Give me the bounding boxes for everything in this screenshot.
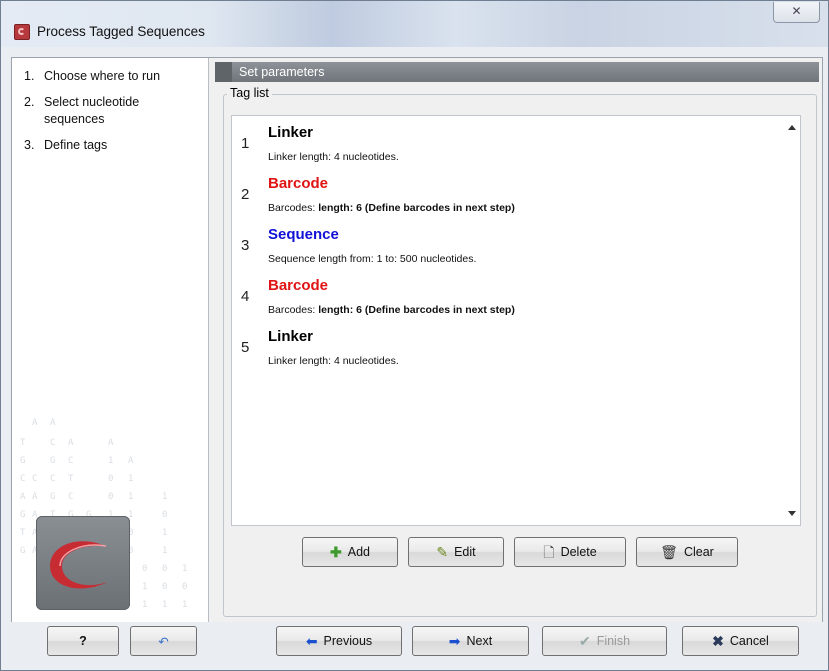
tag-index: 3 (241, 237, 250, 254)
tag-description: Barcodes: length: 6 (Define barcodes in … (268, 202, 515, 214)
step-number: 2. (24, 95, 35, 109)
tag-description: Linker length: 4 nucleotides. (268, 151, 399, 163)
tag-description: Barcodes: length: 6 (Define barcodes in … (268, 304, 515, 316)
scroll-down-arrow-icon[interactable] (788, 511, 796, 516)
reset-button[interactable]: ↶ (130, 626, 197, 656)
tag-description-bold: length: 6 (Define barcodes in next step) (318, 304, 515, 316)
tag-list[interactable]: 1 Linker Linker length: 4 nucleotides. 2… (231, 115, 801, 526)
tag-item[interactable]: 1 Linker Linker length: 4 nucleotides. (232, 116, 800, 167)
wizard-navigation: ? ↶ ⬅ Previous ➡ Next ✔ Finish ✖ Cancel (1, 622, 828, 670)
tag-description: Linker length: 4 nucleotides. (268, 355, 399, 367)
tag-item[interactable]: 4 Barcode Barcodes: length: 6 (Define ba… (232, 269, 800, 320)
tag-index: 1 (241, 135, 250, 152)
tag-index: 2 (241, 186, 250, 203)
step-label: Choose where to run (44, 69, 161, 83)
tag-index: 4 (241, 288, 250, 305)
clear-label: Clear (683, 545, 714, 559)
cancel-button[interactable]: ✖ Cancel (682, 626, 799, 656)
tag-name: Barcode (268, 277, 329, 294)
tag-item[interactable]: 2 Barcode Barcodes: length: 6 (Define ba… (232, 167, 800, 218)
tag-description: Sequence length from: 1 to: 500 nucleoti… (268, 253, 476, 265)
x-icon: ✖ (712, 633, 724, 649)
tag-description-text: Sequence length from: 1 to: 500 nucleoti… (268, 253, 477, 265)
tag-name: Linker (268, 124, 314, 141)
tag-list-scrollbar[interactable] (784, 116, 800, 525)
step-item-3: 3. Define tags (24, 137, 208, 154)
tag-description-text: Linker length: 4 nucleotides. (268, 151, 399, 163)
tag-name: Linker (268, 328, 314, 345)
tag-name: Sequence (268, 226, 339, 243)
delete-label: Delete (560, 545, 597, 559)
step-number: 1. (24, 69, 35, 83)
app-logo (36, 516, 130, 610)
trash-icon: 🗑 (660, 544, 678, 560)
previous-button[interactable]: ⬅ Previous (276, 626, 402, 656)
cancel-label: Cancel (729, 634, 769, 648)
step-label: Select nucleotide sequences (44, 95, 140, 126)
tag-list-actions: ✚ Add ✎ Edit 🗋 Delete 🗑 Clear (302, 537, 762, 569)
reset-arrow-icon: ↶ (158, 634, 169, 649)
dialog-window: Process Tagged Sequences ✕ 1. Choose whe… (0, 0, 829, 671)
group-title: Tag list (227, 86, 272, 100)
plus-icon: ✚ (330, 544, 342, 560)
tag-item[interactable]: 5 Linker Linker length: 4 nucleotides. (232, 320, 800, 371)
step-label: Define tags (44, 138, 108, 152)
pencil-icon: ✎ (436, 544, 449, 560)
steps-pane: 1. Choose where to run 2. Select nucleot… (12, 58, 209, 622)
add-button[interactable]: ✚ Add (302, 537, 398, 567)
tag-description-text: Barcodes: (268, 304, 319, 316)
tag-description-bold: length: 6 (Define barcodes in next step) (318, 202, 515, 214)
tag-index: 5 (241, 339, 250, 356)
edit-button[interactable]: ✎ Edit (408, 537, 504, 567)
add-label: Add (347, 545, 370, 559)
delete-document-icon: 🗋 (543, 544, 555, 560)
help-button[interactable]: ? (47, 626, 119, 656)
previous-label: Previous (323, 634, 373, 648)
panel-header-title: Set parameters (239, 65, 325, 79)
panel-header: Set parameters (215, 62, 819, 82)
edit-label: Edit (454, 545, 476, 559)
main-panel: Set parameters Tag list 1 Linker Linker … (215, 58, 822, 622)
steps-list: 1. Choose where to run 2. Select nucleot… (12, 58, 208, 154)
header-tab-decoration (215, 62, 232, 82)
title-bar: Process Tagged Sequences ✕ (1, 1, 828, 47)
tag-description-text: Linker length: 4 nucleotides. (268, 355, 399, 367)
clear-button[interactable]: 🗑 Clear (636, 537, 738, 567)
finish-label: Finish (596, 634, 631, 648)
arrow-right-icon: ➡ (448, 633, 461, 649)
scroll-up-arrow-icon[interactable] (788, 125, 796, 130)
arrow-left-icon: ⬅ (305, 633, 318, 649)
tag-name: Barcode (268, 175, 329, 192)
tag-description-text: Barcodes: (268, 202, 319, 214)
delete-button[interactable]: 🗋 Delete (514, 537, 626, 567)
next-button[interactable]: ➡ Next (412, 626, 529, 656)
tag-item[interactable]: 3 Sequence Sequence length from: 1 to: 5… (232, 218, 800, 269)
help-icon: ? (79, 634, 87, 648)
step-number: 3. (24, 138, 35, 152)
finish-button[interactable]: ✔ Finish (542, 626, 667, 656)
step-item-1: 1. Choose where to run (24, 68, 208, 85)
step-item-2: 2. Select nucleotide sequences (24, 94, 208, 128)
app-logo-icon (14, 24, 30, 40)
close-button[interactable]: ✕ (773, 2, 820, 23)
next-label: Next (466, 634, 493, 648)
checkmark-icon: ✔ (578, 633, 591, 649)
window-title: Process Tagged Sequences (37, 24, 205, 39)
wizard-frame: 1. Choose where to run 2. Select nucleot… (11, 57, 823, 623)
